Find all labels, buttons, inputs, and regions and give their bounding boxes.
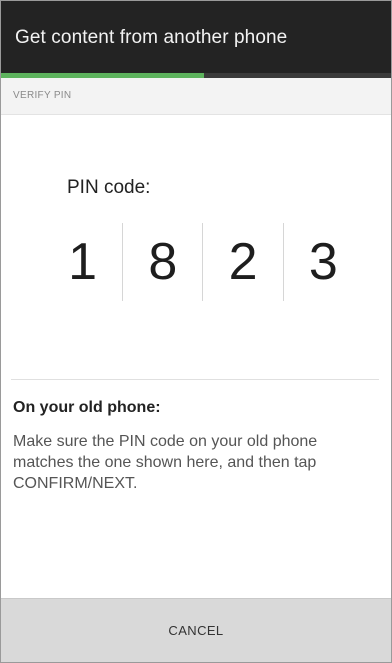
app-window: Get content from another phone VERIFY PI… — [0, 0, 392, 663]
section-divider — [11, 379, 379, 380]
step-header: VERIFY PIN — [1, 78, 391, 115]
instructions-title: On your old phone: — [13, 399, 161, 416]
pin-digit-2: 8 — [148, 233, 178, 291]
pin-digit-4: 3 — [308, 233, 338, 291]
pin-digit-1: 1 — [68, 233, 98, 291]
pin-digit-3: 2 — [228, 233, 258, 291]
cancel-button[interactable]: CANCEL — [1, 599, 391, 662]
step-label: VERIFY PIN — [13, 90, 72, 101]
screen-title: Get content from another phone — [15, 27, 288, 48]
main-content: PIN code: 1 8 2 3 On your old phone: Mak… — [1, 115, 391, 598]
footer-bar: CANCEL — [1, 598, 391, 662]
instructions-body: Make sure the PIN code on your old phone… — [13, 433, 318, 492]
pin-digits: 1 8 2 3 — [43, 223, 363, 301]
title-bar: Get content from another phone — [1, 1, 391, 73]
pin-heading: PIN code: — [67, 177, 151, 198]
